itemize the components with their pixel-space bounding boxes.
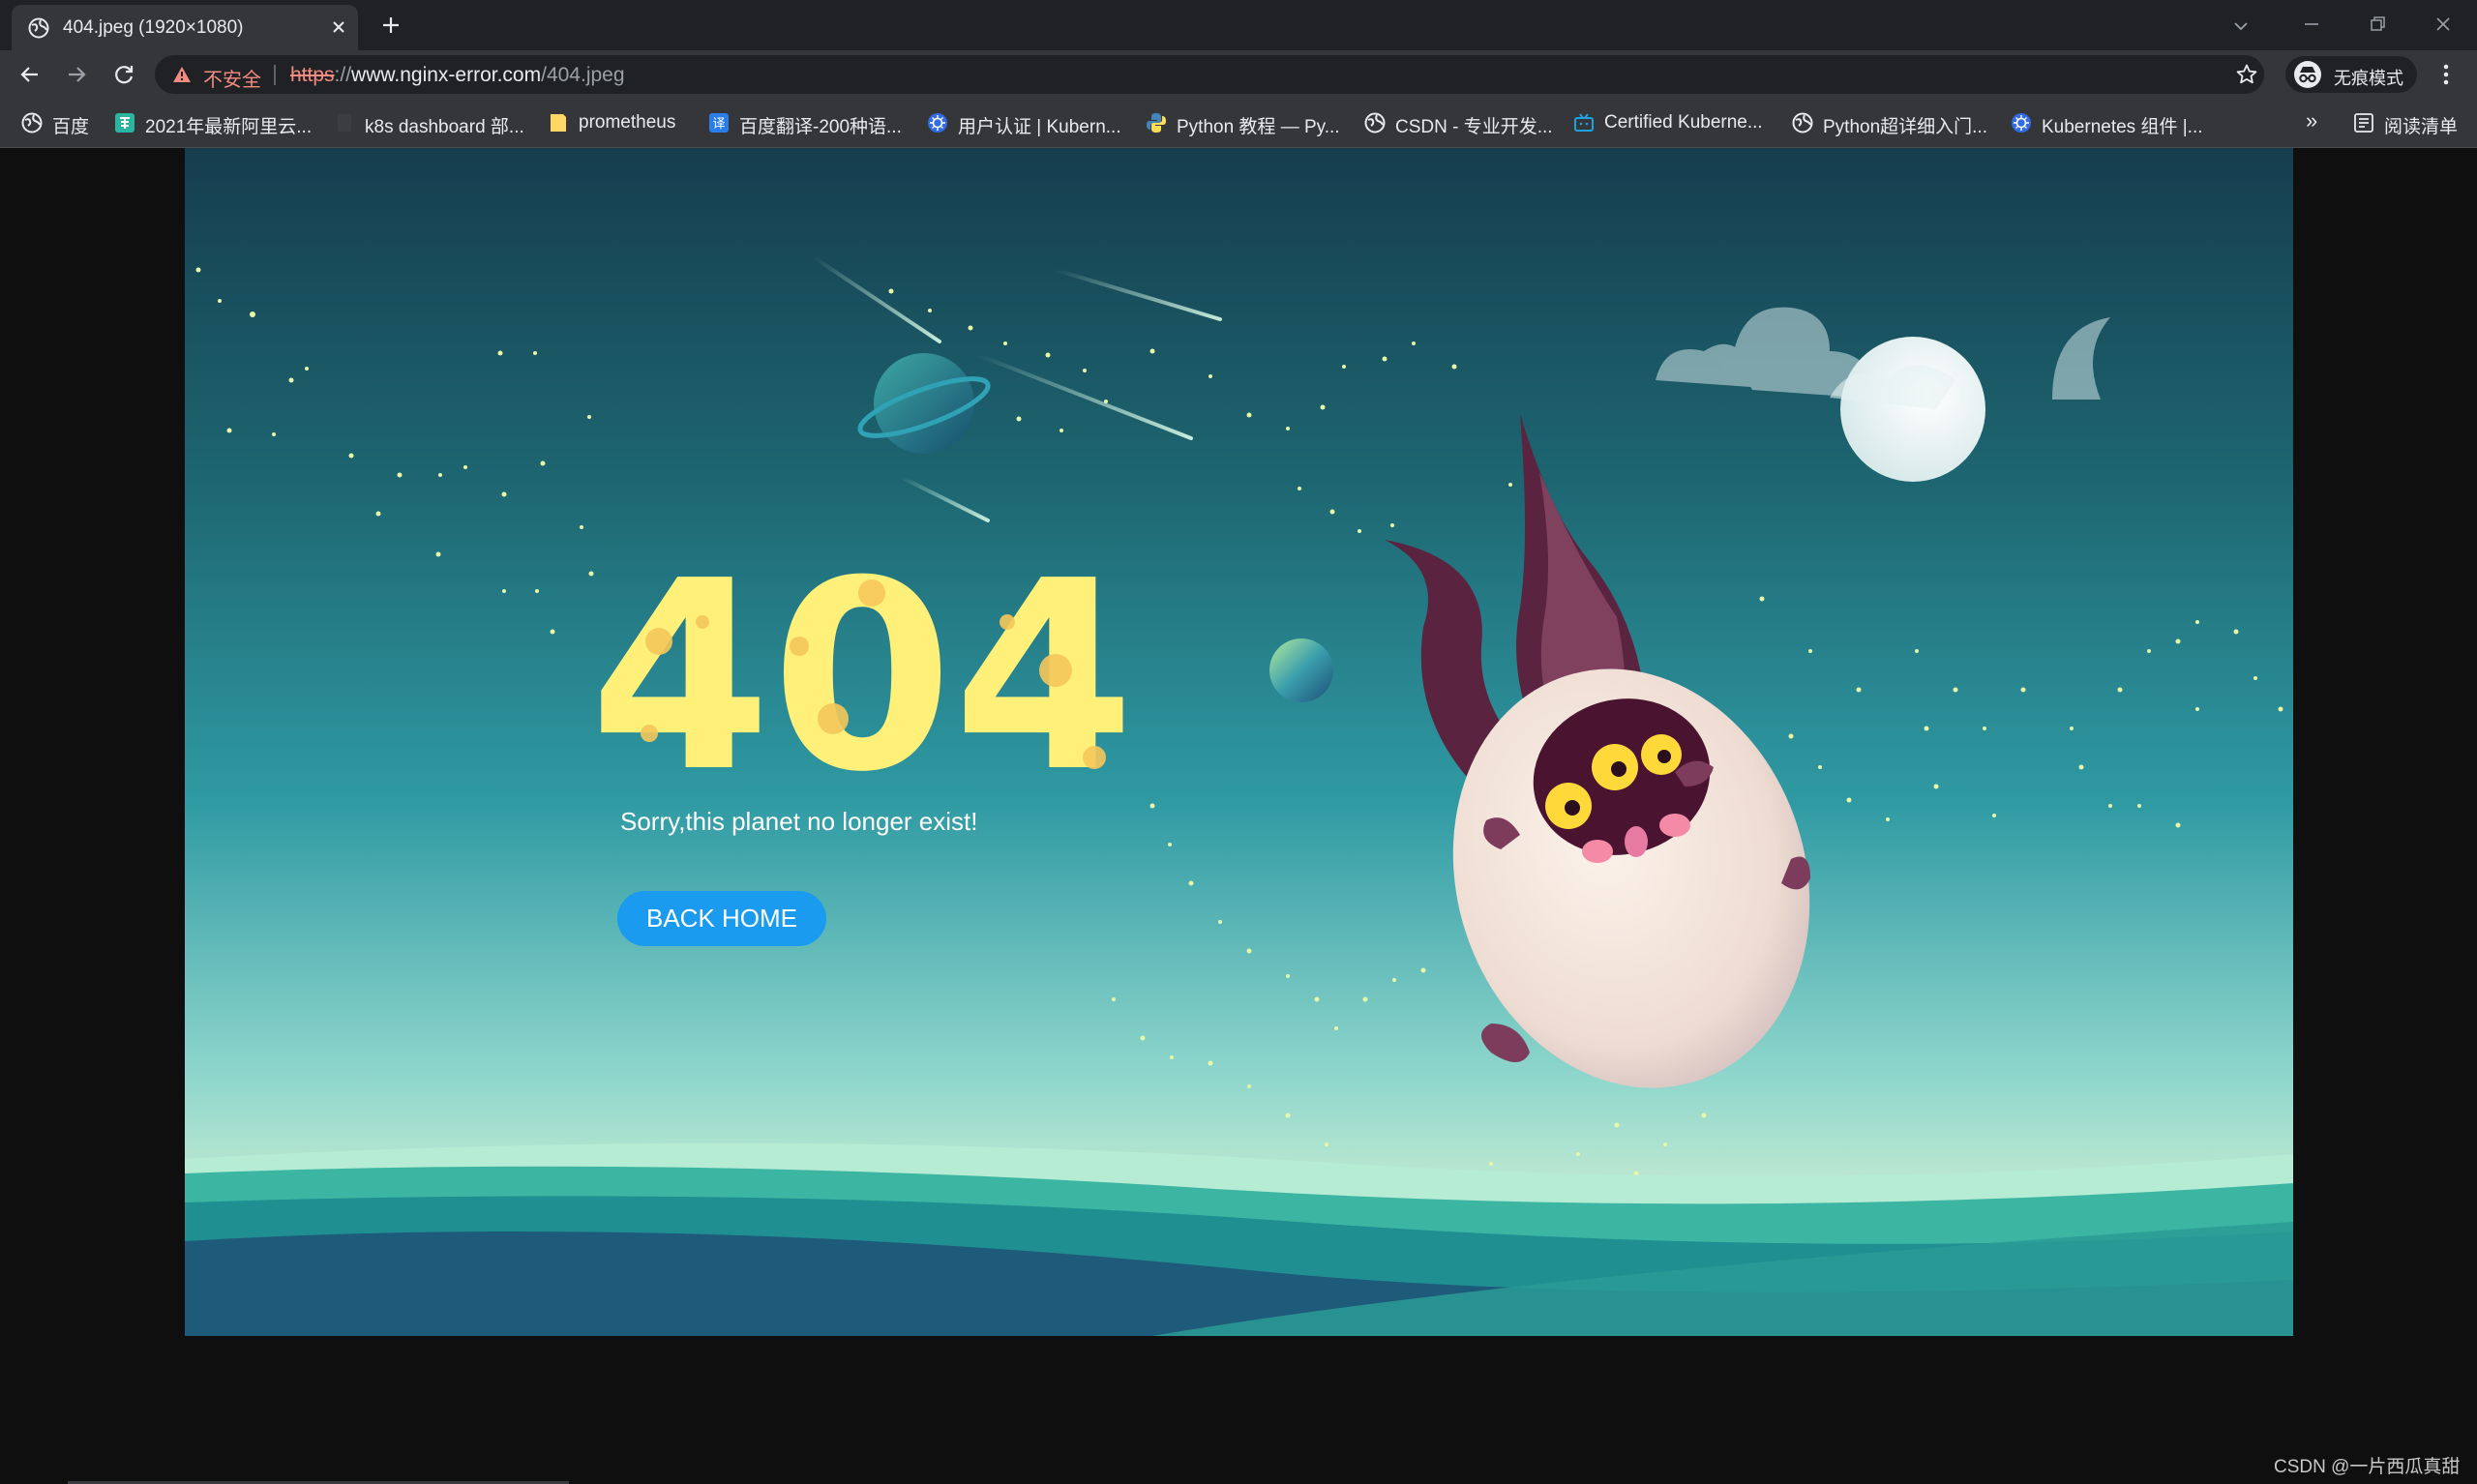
python-icon [1147,113,1166,133]
error-subtitle: Sorry,this planet no longer exist! [620,807,978,836]
url-scheme: https [290,64,335,86]
globe-icon [1364,112,1386,134]
kubernetes-icon [2012,113,2031,133]
tab-title: 404.jpeg (1920×1080) [63,17,244,38]
globe-icon [21,112,43,134]
tab-strip: 404.jpeg (1920×1080) [0,0,2477,50]
window-close-icon[interactable] [2431,12,2456,37]
reload-icon[interactable] [111,62,136,87]
night-sky-background [185,148,2293,1336]
bookmark-label: k8s dashboard 部... [365,117,524,137]
url-path: /404.jpeg [541,64,625,86]
bookmark-label: Kubernetes 组件 |... [2042,117,2203,137]
url-host: www.nginx-error.com [351,64,542,86]
back-arrow-icon[interactable] [17,62,43,87]
bookmark-label: Python 教程 — Py... [1177,117,1340,137]
bookmark-label: 2021年最新阿里云... [145,117,313,137]
back-home-button[interactable]: BACK HOME [617,891,826,946]
omnibox-separator [274,65,276,85]
error-code-404: 404 [591,554,1133,787]
url-text[interactable]: https://www.nginx-error.com/404.jpeg [290,64,625,87]
toolbar: 不安全 https://www.nginx-error.com/404.jpeg… [0,50,2477,99]
reading-list-icon [2354,113,2373,133]
address-bar[interactable]: 不安全 https://www.nginx-error.com/404.jpeg [155,55,2264,94]
bookmark-label: Python超详细入门... [1823,117,1987,137]
plus-icon[interactable] [379,14,403,37]
folder-icon [551,114,566,132]
bookmark-label: CSDN - 专业开发... [1395,117,1553,137]
blank-page-icon [338,114,351,132]
reading-list-label: 阅读清单 [2384,117,2459,137]
security-status[interactable]: 不安全 [203,64,261,92]
incognito-profile-button[interactable]: 无痕模式 [2285,56,2417,93]
page-viewport: 404 Sorry,this planet no longer exist! B… [0,148,2477,1484]
incognito-label: 无痕模式 [2334,69,2403,88]
bookmarks-bar: 百度 2021年最新阿里云... k8s dashboard 部... prom… [0,99,2477,148]
moon [1840,337,1985,482]
csdn-watermark: CSDN @一片西瓜真甜 [2274,1457,2461,1477]
bookmark-label: 百度 [52,117,90,137]
svg-text:译: 译 [712,117,725,132]
url-scheme-separator: :// [334,64,352,86]
globe-icon [28,17,49,39]
translate-icon: 译 [709,113,729,133]
horned-monster-illustration [1385,414,1810,1088]
site-favicon-icon [115,113,134,133]
forward-arrow-icon[interactable] [64,62,89,87]
minimize-icon[interactable] [2299,12,2324,37]
globe-icon [1792,112,1813,134]
bookmark-label: prometheus [579,112,676,133]
warning-icon[interactable] [172,65,192,84]
restore-icon[interactable] [2365,12,2390,37]
reading-list-button[interactable]: 阅读清单 [2353,110,2474,137]
tv-icon [1574,113,1594,132]
bookmark-label: 百度翻译-200种语... [739,117,902,137]
chevron-down-icon[interactable] [2230,15,2252,37]
small-planet [1269,638,1333,702]
kubernetes-icon [928,113,947,133]
bookmarks-overflow-button[interactable]: » [2306,108,2317,134]
active-tab[interactable]: 404.jpeg (1920×1080) [12,5,358,50]
error-image[interactable]: 404 Sorry,this planet no longer exist! B… [185,148,2293,1336]
more-menu-icon[interactable] [2434,62,2458,87]
bookmark-star-icon[interactable] [2235,63,2258,86]
bookmark-label: 用户认证 | Kubern... [958,117,1121,137]
incognito-icon [2294,61,2321,88]
bookmark-label: Certified Kuberne... [1604,112,1763,133]
close-icon[interactable] [328,16,349,38]
